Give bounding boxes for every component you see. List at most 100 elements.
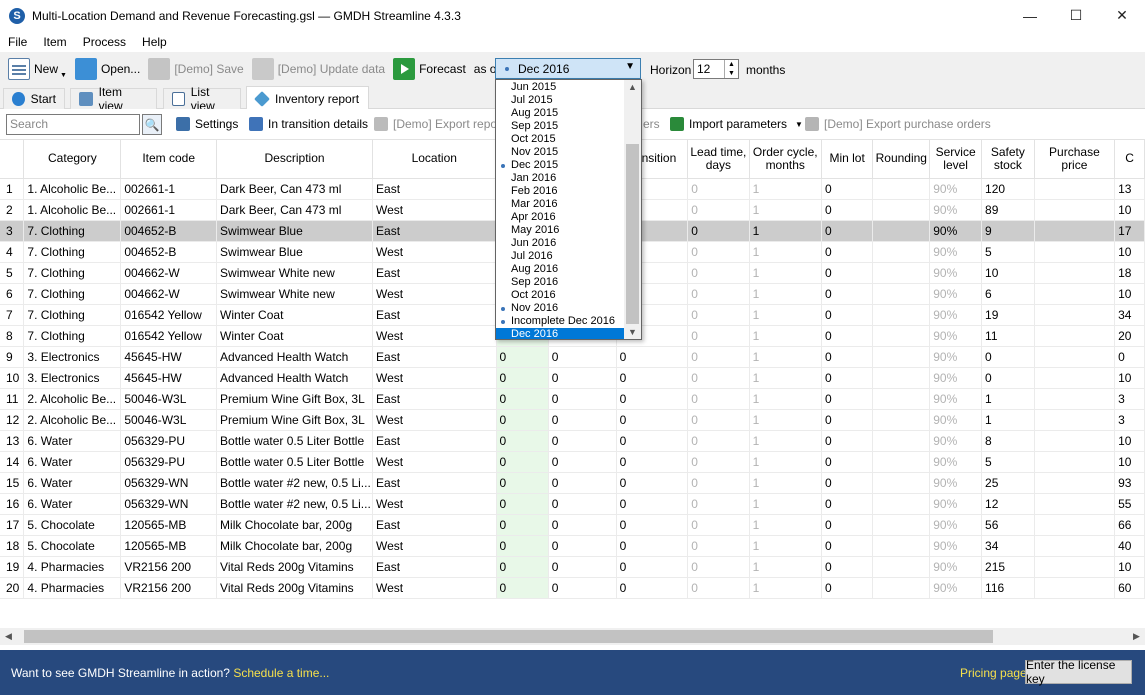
table-cell[interactable]	[1034, 577, 1116, 599]
column-header[interactable]: Item code	[120, 140, 218, 179]
table-cell[interactable]: 90%	[929, 535, 983, 557]
table-cell[interactable]: 0	[616, 514, 689, 536]
table-cell[interactable]: 60	[1114, 577, 1145, 599]
table-cell[interactable]: 1	[749, 304, 822, 326]
table-cell[interactable]: 13	[1114, 178, 1145, 200]
table-cell[interactable]	[872, 283, 931, 305]
chevron-down-icon[interactable]: ▼	[625, 61, 635, 72]
table-cell[interactable]: Vital Reds 200g Vitamins	[216, 577, 374, 599]
table-cell[interactable]	[872, 577, 931, 599]
export-purchase-orders-button[interactable]: [Demo] Export purchase orders	[805, 117, 991, 131]
forecast-date-select[interactable]: Dec 2016 ▼	[495, 58, 641, 79]
table-cell[interactable]: 0	[687, 199, 750, 221]
table-cell[interactable]: West	[372, 283, 497, 305]
maximize-button[interactable]: ☐	[1053, 0, 1099, 31]
table-cell[interactable]: 116	[981, 577, 1035, 599]
tab-inventory-report[interactable]: Inventory report	[246, 86, 369, 110]
settings-button[interactable]: Settings	[176, 117, 238, 131]
table-cell[interactable]: 0	[496, 409, 549, 431]
table-cell[interactable]: 0	[496, 472, 549, 494]
horizon-stepper[interactable]: 12 ▲ ▼	[693, 59, 739, 79]
table-cell[interactable]	[872, 388, 931, 410]
table-cell[interactable]	[872, 304, 931, 326]
table-cell[interactable]: 0	[687, 241, 750, 263]
table-cell[interactable]: 9	[981, 220, 1035, 242]
table-cell[interactable]: 1	[749, 388, 822, 410]
table-cell[interactable]: 11	[981, 325, 1035, 347]
table-cell[interactable]: West	[372, 577, 497, 599]
table-cell[interactable]: West	[372, 325, 497, 347]
table-row[interactable]: 13 6. Water 056329-PU Bottle water 0.5 Lite…	[0, 430, 1145, 452]
table-cell[interactable]	[872, 346, 931, 368]
table-cell[interactable]: 34	[981, 535, 1035, 557]
table-cell[interactable]: 0	[821, 346, 874, 368]
table-cell[interactable]	[1034, 535, 1116, 557]
table-cell[interactable]: 10	[1114, 556, 1145, 578]
column-header[interactable]: Rounding	[872, 140, 931, 179]
update-data-button[interactable]: [Demo] Update data	[251, 55, 385, 83]
table-cell[interactable]: 0	[496, 451, 549, 473]
table-cell[interactable]: 0	[821, 178, 874, 200]
table-cell[interactable]: 7. Clothing	[23, 220, 122, 242]
chevron-down-icon[interactable]: ▼	[795, 120, 803, 129]
table-cell[interactable]: 90%	[929, 451, 983, 473]
table-cell[interactable]: 0	[496, 535, 549, 557]
pricing-link[interactable]: Pricing page	[960, 666, 1027, 680]
table-cell[interactable]: East	[372, 346, 497, 368]
dropdown-option[interactable]: Jul 2016	[496, 250, 624, 263]
dropdown-option[interactable]: Mar 2016	[496, 198, 624, 211]
table-cell[interactable]: 1	[749, 262, 822, 284]
table-cell[interactable]: 0	[821, 241, 874, 263]
table-cell[interactable]: 0	[821, 325, 874, 347]
table-cell[interactable]	[1034, 304, 1116, 326]
table-cell[interactable]: 90%	[929, 220, 983, 242]
table-cell[interactable]: 0	[616, 535, 689, 557]
table-cell[interactable]: East	[372, 430, 497, 452]
table-cell[interactable]: Milk Chocolate bar, 200g	[216, 514, 374, 536]
table-cell[interactable]: 056329-WN	[120, 472, 218, 494]
search-input[interactable]: Search	[6, 114, 140, 135]
menu-item[interactable]: Item	[35, 35, 74, 49]
table-cell[interactable]: 0	[821, 451, 874, 473]
table-cell[interactable]: Winter Coat	[216, 304, 374, 326]
table-cell[interactable]: Dark Beer, Can 473 ml	[216, 178, 374, 200]
column-header[interactable]: Purchase price	[1034, 140, 1116, 179]
table-cell[interactable]: West	[372, 199, 497, 221]
table-cell[interactable]: 50046-W3L	[120, 388, 218, 410]
table-cell[interactable]: 90%	[929, 241, 983, 263]
table-cell[interactable]: 0	[687, 430, 750, 452]
table-cell[interactable]: 004662-W	[120, 283, 218, 305]
table-cell[interactable]: 1	[749, 199, 822, 221]
table-cell[interactable]: 10	[1114, 367, 1145, 389]
dropdown-scroll-thumb[interactable]	[626, 144, 639, 324]
table-cell[interactable]: 7. Clothing	[23, 283, 122, 305]
close-button[interactable]: ✕	[1099, 0, 1145, 31]
table-cell[interactable]: 1	[749, 451, 822, 473]
table-cell[interactable]: East	[372, 304, 497, 326]
table-cell[interactable]: 7. Clothing	[23, 325, 122, 347]
table-cell[interactable]: 10	[1114, 283, 1145, 305]
table-cell[interactable]: 0	[821, 430, 874, 452]
dropdown-option[interactable]: Jan 2016	[496, 172, 624, 185]
table-cell[interactable]: 6. Water	[23, 451, 122, 473]
table-cell[interactable]: Bottle water 0.5 Liter Bottle	[216, 451, 374, 473]
table-cell[interactable]: 0	[616, 577, 689, 599]
table-cell[interactable]	[872, 241, 931, 263]
table-cell[interactable]: 6. Water	[23, 430, 122, 452]
table-cell[interactable]: 0	[821, 283, 874, 305]
table-cell[interactable]: 0	[616, 388, 689, 410]
table-cell[interactable]: 1	[749, 472, 822, 494]
table-cell[interactable]: Premium Wine Gift Box, 3L	[216, 409, 374, 431]
table-cell[interactable]: 1	[749, 577, 822, 599]
table-cell[interactable]: 1	[749, 241, 822, 263]
table-cell[interactable]: 6. Water	[23, 493, 122, 515]
table-cell[interactable]: Bottle water #2 new, 0.5 Li...	[216, 493, 374, 515]
table-cell[interactable]: 004652-B	[120, 220, 218, 242]
dropdown-option[interactable]: Nov 2015	[496, 146, 624, 159]
table-cell[interactable]: 90%	[929, 493, 983, 515]
table-cell[interactable]: 0	[616, 556, 689, 578]
table-cell[interactable]: 0	[548, 388, 617, 410]
search-button[interactable]: 🔍	[142, 114, 162, 135]
table-cell[interactable]: 004662-W	[120, 262, 218, 284]
table-cell[interactable]: 002661-1	[120, 178, 218, 200]
